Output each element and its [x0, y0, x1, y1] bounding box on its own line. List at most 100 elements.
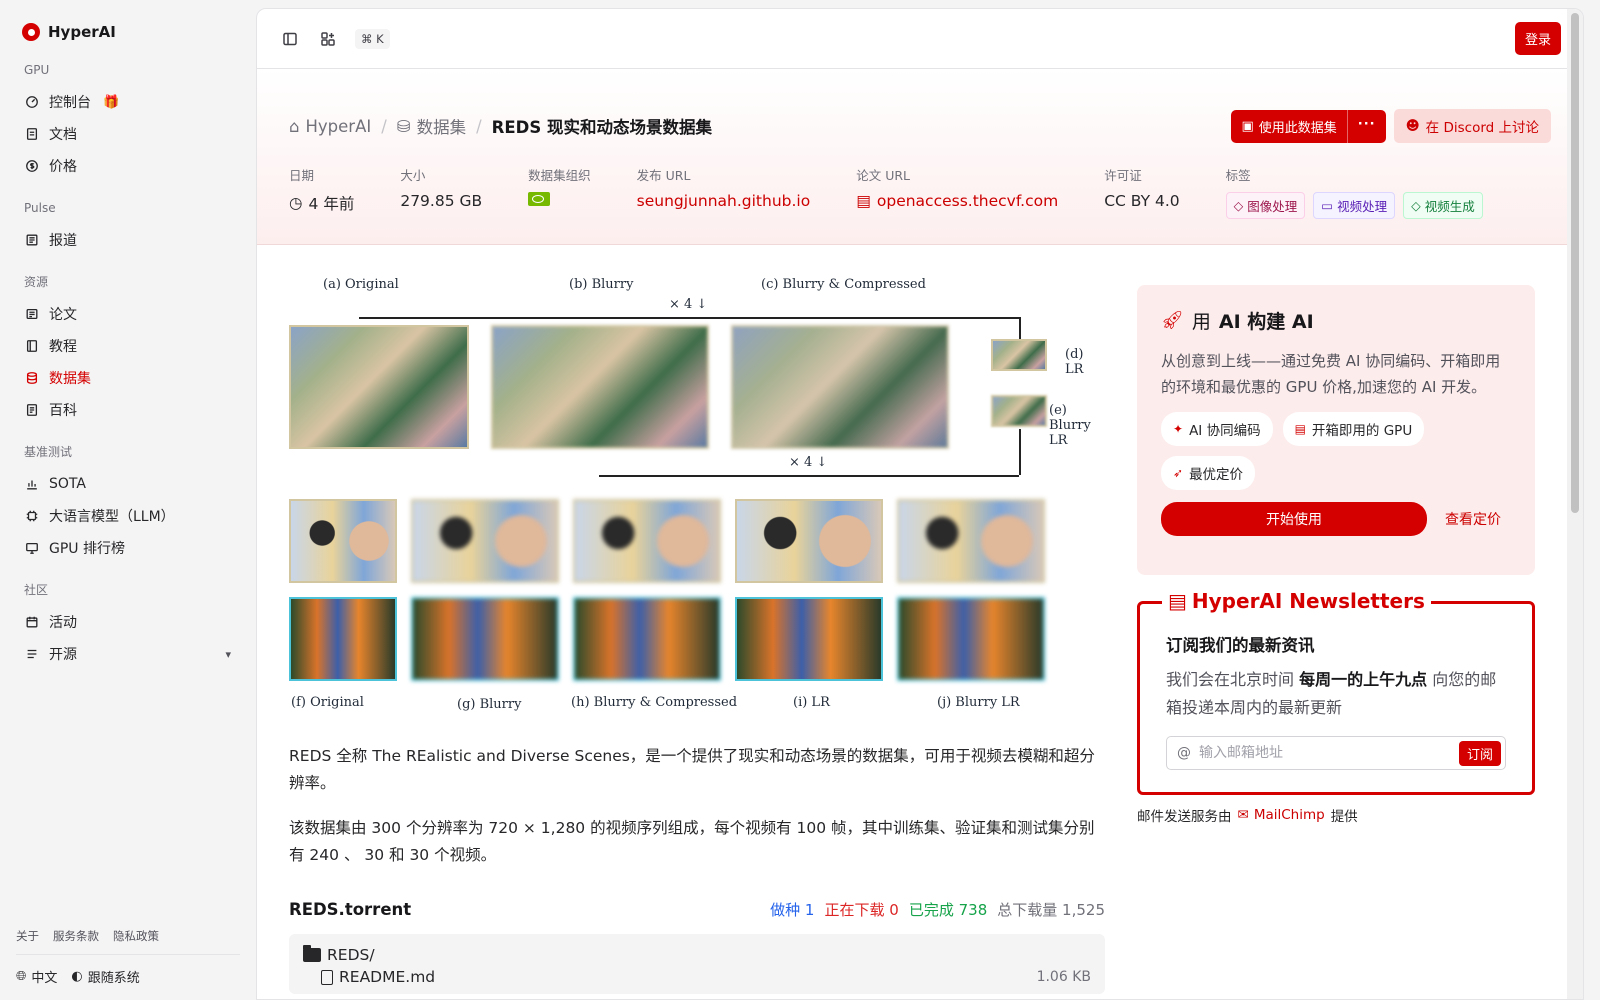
stat-total: 总下载量 1,525 [997, 899, 1105, 920]
figure-crop [289, 597, 397, 681]
stat-label: 做种 [770, 901, 801, 919]
newsletter-legend-label: HyperAI Newsletters [1191, 589, 1425, 613]
wiki-icon [25, 403, 39, 417]
sidebar-item-datasets[interactable]: 数据集 [16, 362, 240, 394]
breadcrumb-home[interactable]: ⌂ HyperAI [289, 117, 371, 136]
theme-selector[interactable]: ◐ 跟随系统 [71, 967, 139, 986]
discord-button[interactable]: ☻ 在 Discord 上讨论 [1393, 109, 1551, 143]
command-shortcut[interactable]: ⌘ K [355, 28, 390, 49]
paper-icon [25, 307, 39, 321]
sidebar: HyperAI GPU 控制台 🎁 文档 价格 Pulse 报道 资源 论文 教… [0, 0, 256, 1000]
provider-prefix: 邮件发送服务由 [1137, 809, 1232, 825]
breadcrumb-datasets[interactable]: ⛁ 数据集 [397, 114, 466, 138]
torrent-header: REDS.torrent 做种 1 正在下载 0 已完成 738 总下载量 1,… [289, 899, 1105, 920]
stat-label: 正在下载 [824, 901, 885, 919]
figure-label: × 4 ↓ [669, 297, 708, 312]
sidebar-item-papers[interactable]: 论文 [16, 298, 240, 330]
sidebar-item-news[interactable]: 报道 [16, 224, 240, 256]
tag-image-processing[interactable]: ◇ 图像处理 [1225, 192, 1306, 219]
nav-section-label: 资源 [24, 275, 49, 289]
breadcrumb-datasets-label: 数据集 [416, 118, 467, 137]
subscribe-button[interactable]: 订阅 [1458, 740, 1501, 766]
figure-crop [897, 499, 1045, 583]
mailchimp-link[interactable]: ✉︎ MailChimp [1238, 807, 1325, 823]
tree-folder[interactable]: REDS/ [303, 945, 1091, 964]
login-button[interactable]: 登录 [1514, 22, 1561, 55]
footer-link-terms[interactable]: 服务条款 [53, 928, 99, 944]
sidebar-item-label: GPU 排行榜 [49, 541, 125, 557]
brand-logo-link[interactable]: HyperAI [16, 20, 240, 44]
chip-label: 最优定价 [1189, 467, 1244, 483]
figure-label: (b) Blurry [569, 277, 634, 292]
view-pricing-link[interactable]: 查看定价 [1445, 509, 1501, 529]
sidebar-item-events[interactable]: 活动 [16, 606, 240, 638]
footer-link-privacy[interactable]: 隐私政策 [113, 928, 159, 944]
language-selector[interactable]: 🌐︎ 中文 [16, 967, 57, 986]
meta-label: 数据集组织 [528, 168, 591, 183]
file-icon [321, 969, 333, 985]
page-scrollbar[interactable] [1567, 9, 1583, 999]
email-input[interactable] [1199, 745, 1451, 761]
apps-icon[interactable] [317, 28, 339, 50]
tag-video-processing[interactable]: ▭ 视频处理 [1313, 192, 1396, 219]
figure-image-blurry [491, 325, 709, 449]
sidebar-item-llm[interactable]: 大语言模型（LLM） [16, 500, 240, 532]
sidebar-toggle-icon[interactable] [279, 28, 301, 50]
clock-icon: ◷ [289, 194, 303, 212]
get-started-button[interactable]: 开始使用 [1161, 502, 1427, 536]
tag-icon: ◇ [1411, 198, 1421, 213]
sidebar-item-wiki[interactable]: 百科 [16, 394, 240, 426]
sparkle-icon: ✦ [1173, 422, 1184, 436]
doc-icon [25, 127, 39, 141]
sidebar-item-label: SOTA [49, 476, 86, 492]
rocket-icon: 🚀︎ [1161, 310, 1184, 331]
meta-value: ◷ 4 年前 [289, 192, 354, 214]
sidebar-item-console[interactable]: 控制台 🎁 [16, 86, 240, 118]
chevron-down-icon[interactable]: ▾ [225, 648, 231, 661]
footer-link-about[interactable]: 关于 [16, 928, 39, 944]
nav-section-community: 社区 活动 开源 ▾ [16, 580, 240, 670]
tree-file[interactable]: README.md 1.06 KB [303, 968, 1091, 986]
sidebar-item-tutorials[interactable]: 教程 [16, 330, 240, 362]
nav-section-benchmarks: 基准测试 SOTA 大语言模型（LLM） GPU 排行榜 [16, 442, 240, 564]
shortcut-key: K [376, 31, 384, 46]
sidebar-item-open-source[interactable]: 开源 ▾ [16, 638, 240, 670]
newsletter-card: ▤ HyperAI Newsletters 订阅我们的最新资讯 我们会在北京时间… [1137, 589, 1535, 795]
provider-name: MailChimp [1253, 807, 1325, 823]
header-actions: ▣ 使用此数据集 ··· ☻ 在 Discord 上讨论 [1231, 109, 1551, 143]
scrollbar-thumb[interactable] [1571, 13, 1579, 513]
sidebar-item-docs[interactable]: 文档 [16, 118, 240, 150]
ai-card-actions: 开始使用 查看定价 [1161, 502, 1511, 536]
nav-section-label: 基准测试 [24, 445, 73, 459]
dataset-figure: (a) Original (b) Blurry (c) Blurry & Com… [289, 267, 1105, 723]
size-value: 279.85 GB [400, 192, 483, 210]
figure-crop [411, 499, 559, 583]
at-icon: @ [1177, 745, 1191, 761]
theme-label: 跟随系统 [87, 971, 140, 986]
figure-arrow [1019, 317, 1021, 339]
ai-promo-card: 🚀︎ 用 AI 构建 AI 从创意到上线——通过免费 AI 协同编码、开箱即用的… [1137, 285, 1535, 575]
news-icon [25, 233, 39, 247]
tag-video-generation[interactable]: ◇ 视频生成 [1403, 192, 1483, 219]
use-dataset-button[interactable]: ▣ 使用此数据集 [1231, 109, 1348, 143]
sidebar-item-label: 开源 [49, 647, 77, 663]
meta-label: 论文 URL [856, 168, 910, 183]
gauge-icon [25, 95, 39, 109]
meta-date: 日期 ◷ 4 年前 [289, 165, 354, 219]
chip-pricing: ➶ 最优定价 [1161, 456, 1256, 490]
paper-url-link[interactable]: ▤ openaccess.thecvf.com [856, 192, 1058, 210]
chip-gpu: ▤ 开箱即用的 GPU [1282, 412, 1425, 446]
sidebar-item-pricing[interactable]: 价格 [16, 150, 240, 182]
sidebar-item-sota[interactable]: SOTA [16, 468, 240, 500]
breadcrumb-separator: / [381, 116, 387, 136]
figure-label: (c) Blurry & Compressed [761, 277, 926, 292]
folder-name: REDS/ [327, 946, 375, 964]
sidebar-item-gpu-leaderboard[interactable]: GPU 排行榜 [16, 532, 240, 564]
video-icon: ▭ [1321, 198, 1334, 213]
release-url-link[interactable]: seungjunnah.github.io [637, 192, 811, 210]
nvidia-logo-icon[interactable] [528, 192, 551, 206]
more-options-button[interactable]: ··· [1348, 110, 1386, 143]
figure-image-blurry-lr [991, 395, 1047, 427]
right-sidebar: 🚀︎ 用 AI 构建 AI 从创意到上线——通过免费 AI 协同编码、开箱即用的… [1137, 267, 1535, 994]
top-bar: ⌘ K 登录 [257, 9, 1583, 69]
